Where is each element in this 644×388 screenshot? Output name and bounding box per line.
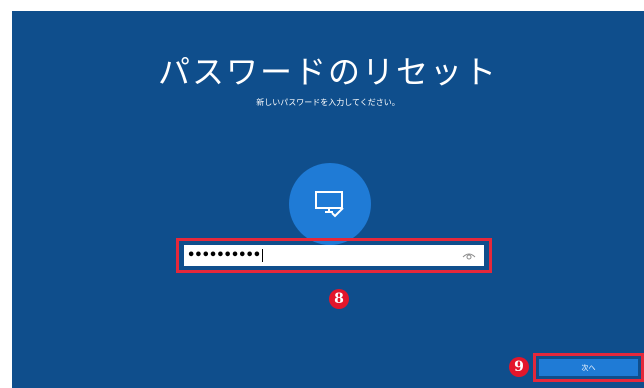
page-title: パスワードのリセット [157,53,498,91]
next-button[interactable]: 次へ [539,359,638,376]
eye-icon[interactable] [462,251,476,261]
reset-password-screen: パスワードのリセット 新しいパスワードを入力してください。 ••••••••••… [12,11,644,388]
password-highlight-frame: •••••••••• [176,238,492,273]
step-badge-9: 9 [509,357,529,377]
page-subtitle: 新しいパスワードを入力してください。 [256,98,400,107]
password-input[interactable]: •••••••••• [184,245,484,266]
next-highlight-frame: 次へ [533,353,644,382]
user-avatar [289,163,371,245]
step-badge-8: 8 [329,289,349,309]
monitor-check-icon [315,191,344,218]
text-caret [262,249,264,262]
password-value: •••••••••• [187,248,261,263]
